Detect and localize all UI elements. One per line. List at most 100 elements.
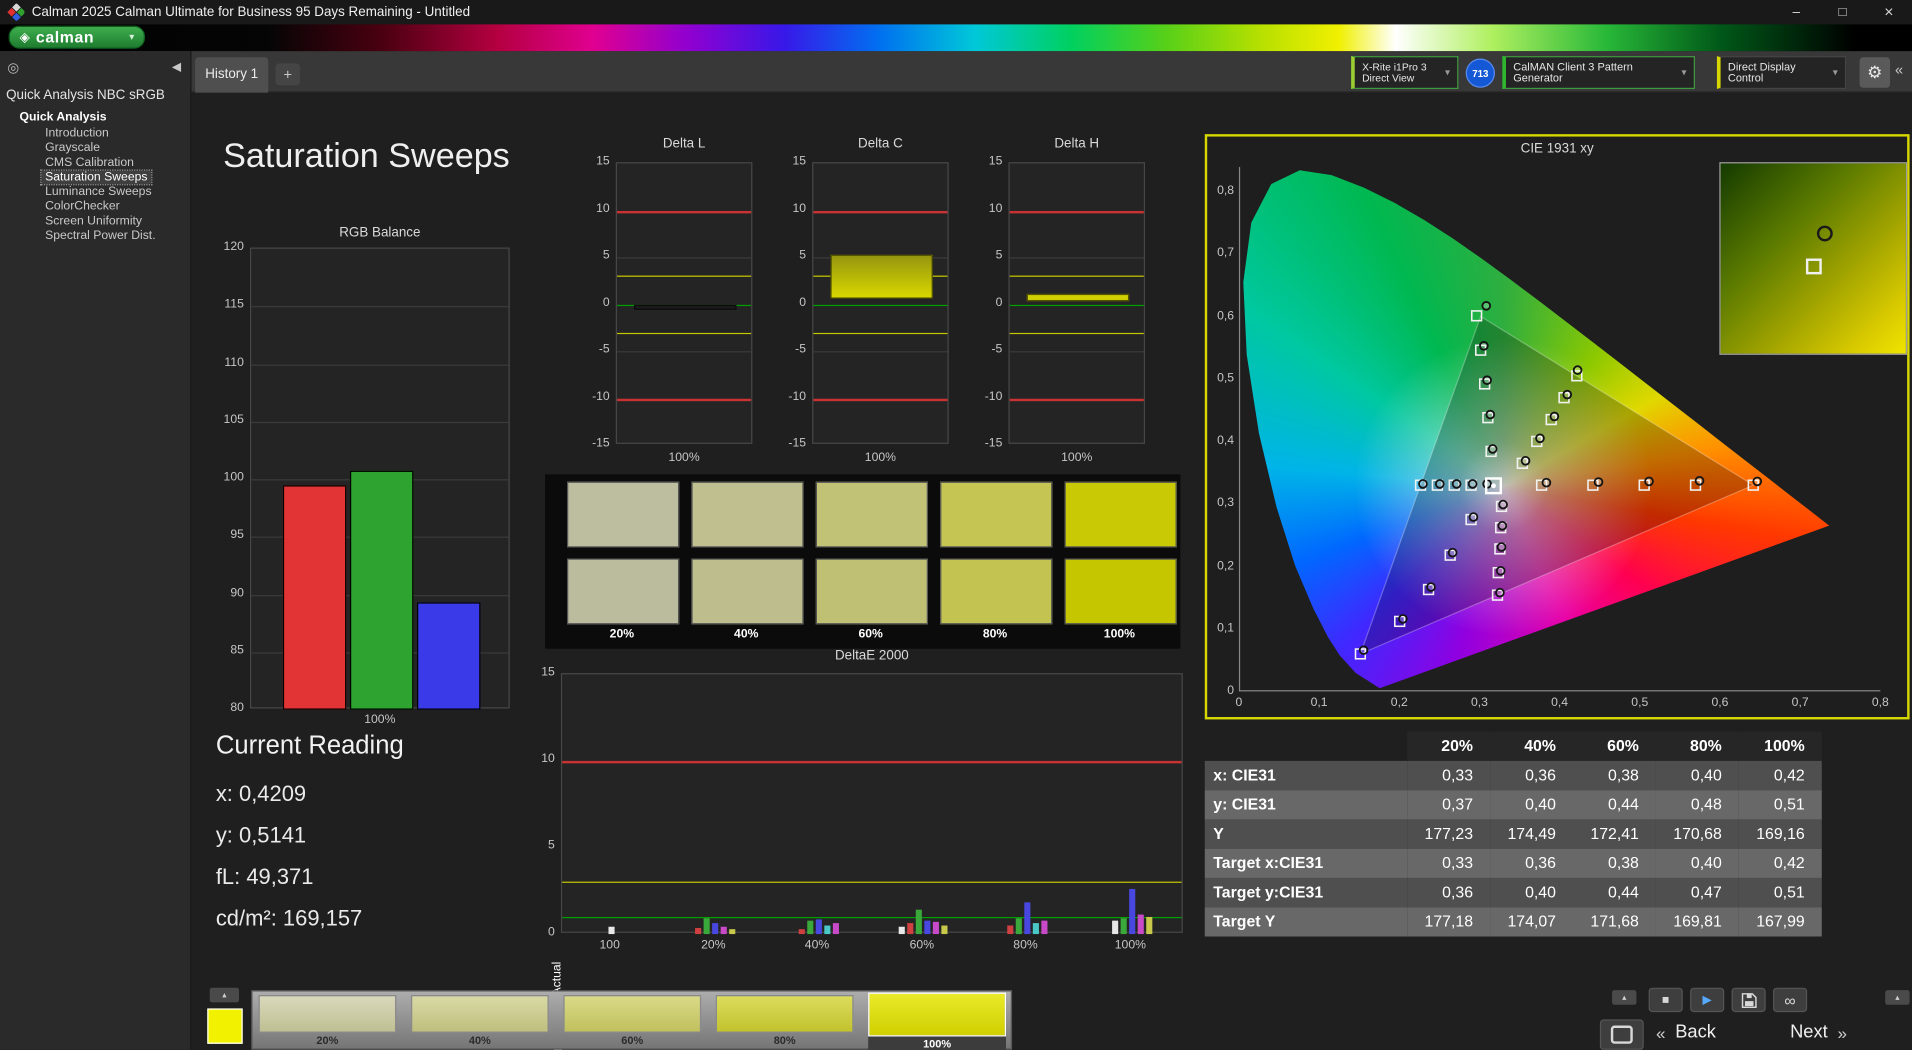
deltae-bar [907, 923, 914, 935]
calman-logo-icon: ◈ [19, 30, 30, 46]
meter-tray-button[interactable]: ▴ [1612, 990, 1637, 1005]
table-value-cell: 167,99 [1738, 907, 1822, 937]
table-row-label: Target x:CIE31 [1204, 848, 1408, 878]
x-tick-label: 0,1 [1310, 696, 1328, 710]
ref-line-yellow [617, 332, 752, 334]
tab-label: History 1 [205, 67, 259, 82]
meter-selector-label: X-Rite i1Pro 3 Direct View [1362, 60, 1427, 84]
window-title: Calman 2025 Calman Ultimate for Business… [31, 4, 471, 20]
back-label: Back [1675, 1021, 1716, 1043]
patch-label: 60% [621, 1034, 644, 1047]
tab-history-1[interactable]: History 1 [195, 57, 269, 93]
x-tick-label: 100 [599, 938, 620, 953]
stop-button[interactable]: ■ [1648, 987, 1683, 1013]
close-button[interactable]: × [1866, 0, 1912, 24]
y-tick-label: 0 [1227, 684, 1235, 698]
pattern-options-button[interactable]: ▴ [209, 987, 240, 1003]
next-label: Next [1790, 1021, 1828, 1043]
y-tick-label: -5 [598, 342, 610, 357]
inset-measured-circle [1816, 226, 1833, 243]
next-button[interactable]: Next » [1790, 1022, 1847, 1043]
add-tab-button[interactable]: + [275, 63, 300, 86]
y-tick-label: -5 [991, 342, 1003, 357]
settings-button[interactable]: ⚙ [1859, 57, 1891, 88]
minimize-button[interactable]: – [1773, 0, 1819, 24]
pattern-patch-40%[interactable]: 40% [410, 991, 549, 1048]
deltae-bar [720, 926, 727, 935]
ref-line-green [813, 304, 948, 306]
patch-color [258, 995, 397, 1033]
deltae-2000-chart: DeltaE 2000 0 5 10 15 100 20% 40% 60% 80% 100% [506, 649, 1189, 956]
sidebar-pin-button[interactable]: ◎ [7, 60, 19, 76]
pattern-source-selector[interactable]: CalMAN Client 3 Pattern Generator ▾ [1502, 56, 1695, 90]
maximize-button[interactable]: □ [1819, 0, 1865, 24]
calman-logo[interactable]: ◈ calman ▾ [8, 25, 146, 49]
page-title: Saturation Sweeps [223, 136, 510, 175]
patch-label: 20% [316, 1034, 339, 1047]
sidebar-collapse-button[interactable]: ◀ [172, 61, 181, 74]
meter-count-badge[interactable]: 713 [1465, 58, 1495, 88]
y-tick-label: 10 [792, 201, 807, 216]
x-tick-label: 0 [1235, 696, 1243, 710]
gridline [251, 421, 509, 423]
add-tab-label: + [283, 65, 293, 83]
sidebar-item-luminance-sweeps[interactable]: Luminance Sweeps [41, 185, 155, 198]
y-tick-label: 95 [230, 528, 244, 542]
gridline [813, 351, 948, 353]
pattern-patch-80%[interactable]: 80% [715, 991, 854, 1048]
x-tick-label: 0,7 [1791, 696, 1809, 710]
table-value-cell: 0,51 [1738, 790, 1822, 820]
rgb-bar-blue [416, 602, 480, 710]
gridline [1009, 351, 1144, 353]
link-button[interactable]: ∞ [1773, 987, 1808, 1013]
table-value-cell: 172,41 [1573, 819, 1656, 849]
brand-strip: ◈ calman ▾ [0, 24, 1912, 52]
meter-selector[interactable]: X-Rite i1Pro 3 Direct View ▾ [1351, 56, 1459, 90]
workflow-root-node[interactable]: Quick Analysis [20, 111, 107, 124]
meter-caret-icon: ▾ [1444, 67, 1450, 79]
ref-line-red [1009, 398, 1144, 401]
measured-bar [830, 255, 933, 299]
deltae-bar [898, 927, 905, 935]
session-tray-button[interactable]: ▴ [1885, 990, 1910, 1005]
deltae-bar [728, 928, 735, 935]
table-value-cell: 0,42 [1738, 848, 1822, 878]
table-value-cell: 0,44 [1573, 790, 1656, 820]
table-value-cell: 0,48 [1655, 790, 1739, 820]
gridline [1009, 257, 1144, 259]
swatch-panel: Actual Target 20%40%60%80%100% [545, 474, 1181, 1050]
app-icon [7, 3, 26, 27]
collapse-right-panel-button[interactable]: « [1895, 61, 1903, 78]
y-tick-label: 0,6 [1217, 309, 1235, 323]
sidebar-item-screen-uniformity[interactable]: Screen Uniformity [41, 215, 145, 228]
save-button[interactable] [1731, 987, 1766, 1013]
table-value-cell: 174,49 [1490, 819, 1574, 849]
deltae-bar [1120, 918, 1127, 935]
pattern-window-button[interactable] [1599, 1019, 1644, 1050]
back-button[interactable]: « Back [1656, 1022, 1716, 1043]
sidebar-item-colorchecker[interactable]: ColorChecker [41, 200, 123, 213]
chart-title: Delta L [662, 136, 706, 152]
y-tick-label: 15 [596, 154, 610, 169]
patch-label: 80% [773, 1034, 796, 1047]
gridline [251, 363, 509, 366]
table-header-cell: 80% [1655, 731, 1739, 761]
pattern-patch-100%[interactable]: 100% [868, 991, 1007, 1050]
display-control-selector[interactable]: Direct Display Control ▾ [1716, 56, 1847, 90]
y-tick-label: 90 [230, 585, 244, 600]
sidebar-item-grayscale[interactable]: Grayscale [41, 141, 103, 154]
sidebar-item-introduction[interactable]: Introduction [41, 127, 112, 140]
play-button[interactable]: ▶ [1690, 987, 1725, 1013]
x-tick-label: 60% [909, 938, 935, 953]
sidebar-item-cms-calibration[interactable]: CMS Calibration [41, 156, 137, 169]
target-swatch-60% [815, 558, 928, 625]
source-caret-icon: ▾ [1681, 67, 1687, 79]
y-tick-label: 10 [988, 201, 1003, 216]
current-reading-line: x: 0,4209 [215, 781, 307, 807]
sidebar-item-saturation-sweeps[interactable]: Saturation Sweeps [40, 169, 153, 186]
pattern-patch-20%[interactable]: 20% [258, 991, 397, 1048]
current-pattern-swatch[interactable] [207, 1008, 243, 1044]
deltae-bar [1128, 889, 1135, 935]
sidebar-item-spectral-power-dist-[interactable]: Spectral Power Dist. [41, 229, 159, 242]
pattern-patch-60%[interactable]: 60% [563, 991, 702, 1048]
